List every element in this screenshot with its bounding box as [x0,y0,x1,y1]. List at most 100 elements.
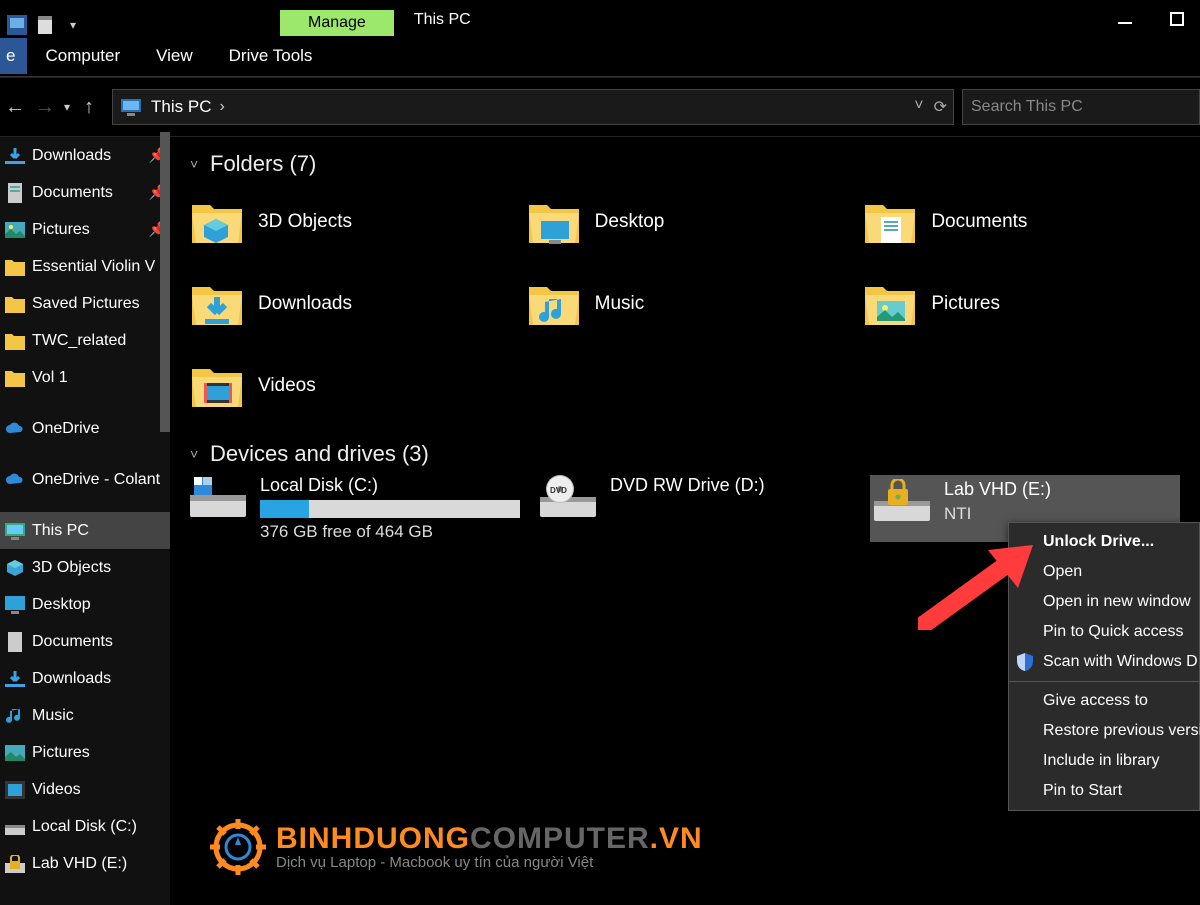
folder-downloads[interactable]: Downloads [190,267,507,341]
folder-label: 3D Objects [258,211,352,233]
qat-dropdown-icon[interactable]: ▾ [62,14,84,36]
download-icon [4,145,26,167]
folder-icon [4,330,26,352]
search-input[interactable]: Search This PC [962,89,1200,125]
sidebar-scrollbar[interactable] [160,132,170,432]
sidebar-item-downloads[interactable]: Downloads [0,660,170,697]
folder-documents[interactable]: Documents [863,185,1180,259]
folder-label: Videos [258,375,316,397]
breadcrumb-this-pc[interactable]: This PC [151,97,211,117]
folder-icon [4,367,26,389]
sidebar-item-label: Essential Violin V [32,258,155,276]
sidebar-item-label: TWC_related [32,332,126,350]
sidebar-item-3d-objects[interactable]: 3D Objects [0,549,170,586]
refresh-button[interactable]: ⟳ [934,97,947,117]
folder-3d-objects[interactable]: 3D Objects [190,185,507,259]
ctx-item-label: Scan with Windows D [1043,653,1198,670]
sidebar-item-downloads[interactable]: Downloads📌 [0,137,170,174]
watermark-brand: BINHDUONGCOMPUTER.VN [276,822,703,855]
ctx-pin-start[interactable]: Pin to Start [1009,776,1199,806]
watermark: BINHDUONGCOMPUTER.VN Dịch vụ Laptop - Ma… [210,819,703,875]
manage-contextual-tab[interactable]: Manage [280,10,394,36]
sidebar-item-label: Documents [32,633,113,651]
properties-icon[interactable] [34,14,56,36]
titlebar: ▾ Manage This PC [0,0,1200,36]
explorer-window: ▾ Manage This PC e Computer View Drive T… [0,0,1200,905]
ctx-scan-defender[interactable]: Scan with Windows D [1009,647,1199,677]
sidebar-item-label: Pictures [32,221,90,239]
gear-logo-icon [210,819,266,875]
nav-up-button[interactable]: ↑ [74,92,104,122]
sidebar-item-local-disk[interactable]: Local Disk (C:) [0,808,170,845]
sidebar-item-videos[interactable]: Videos [0,771,170,808]
search-placeholder: Search This PC [971,98,1083,116]
this-pc-icon [4,520,26,542]
drive-free-space: 376 GB free of 464 GB [260,522,520,542]
sidebar-item-pictures[interactable]: Pictures📌 [0,211,170,248]
breadcrumb-separator[interactable]: › [212,98,233,116]
folder-icon [863,277,917,331]
sidebar-item-desktop[interactable]: Desktop [0,586,170,623]
sidebar-item-onedrive[interactable]: OneDrive - Colant [0,461,170,498]
drive-dvd-rw[interactable]: DVD DVD RW Drive (D:) [540,475,850,542]
ctx-restore-previous[interactable]: Restore previous versi [1009,716,1199,746]
nav-forward-button[interactable]: → [30,92,60,122]
dvd-icon: DVD [540,475,596,519]
drive-label: Local Disk (C:) [260,475,520,496]
folder-desktop[interactable]: Desktop [527,185,844,259]
sidebar-item-folder[interactable]: TWC_related [0,322,170,359]
section-header-label: Devices and drives (3) [210,441,429,467]
nav-history-dropdown[interactable]: ▾ [60,100,74,114]
document-icon [4,631,26,653]
nav-back-button[interactable]: ← [0,92,30,122]
tab-view[interactable]: View [138,38,211,74]
drive-label: Lab VHD (E:) [944,479,1051,500]
sidebar-item-label: 3D Objects [32,559,111,577]
sidebar-item-label: This PC [32,522,89,540]
ctx-separator [1009,681,1199,682]
folder-label: Downloads [258,293,352,315]
sidebar-item-this-pc[interactable]: This PC [0,512,170,549]
section-header-label: Folders (7) [210,151,316,177]
maximize-button[interactable] [1164,6,1190,32]
chevron-down-icon: ˅ [190,446,210,462]
folder-music[interactable]: Music [527,267,844,341]
ctx-give-access[interactable]: Give access to [1009,686,1199,716]
video-icon [4,779,26,801]
tab-file[interactable]: e [0,38,27,74]
sidebar-item-documents[interactable]: Documents📌 [0,174,170,211]
music-icon [4,705,26,727]
download-icon [4,668,26,690]
folder-label: Desktop [595,211,665,233]
tab-computer[interactable]: Computer [27,38,138,74]
tab-drive-tools[interactable]: Drive Tools [211,38,331,74]
sidebar-item-documents[interactable]: Documents [0,623,170,660]
ctx-include-library[interactable]: Include in library [1009,746,1199,776]
folder-icon [190,277,244,331]
sidebar-item-music[interactable]: Music [0,697,170,734]
address-bar[interactable]: This PC › ˅ ⟳ [112,89,954,125]
minimize-button[interactable] [1112,6,1138,32]
sidebar-item-label: Saved Pictures [32,295,140,313]
sidebar-item-lab-vhd[interactable]: Lab VHD (E:) [0,845,170,882]
sidebar-item-folder[interactable]: Saved Pictures [0,285,170,322]
cursor-hand-icon [620,537,700,617]
folder-videos[interactable]: Videos [190,349,507,423]
svg-text:DVD: DVD [550,486,567,495]
drive-label: DVD RW Drive (D:) [610,475,765,496]
address-dropdown-icon[interactable]: ˅ [914,97,923,117]
sidebar-item-folder[interactable]: Essential Violin V [0,248,170,285]
folder-icon [190,195,244,249]
cloud-icon [4,469,26,491]
section-drives[interactable]: ˅ Devices and drives (3) [190,441,1180,467]
drive-local-disk-c[interactable]: Local Disk (C:) 376 GB free of 464 GB [190,475,520,542]
sidebar-item-onedrive[interactable]: OneDrive [0,410,170,447]
folder-label: Documents [931,211,1027,233]
quick-access-toolbar: ▾ [0,14,90,36]
sidebar-item-folder[interactable]: Vol 1 [0,359,170,396]
navigation-pane: Downloads📌 Documents📌 Pictures📌 Essentia… [0,137,170,905]
folder-pictures[interactable]: Pictures [863,267,1180,341]
sidebar-item-pictures[interactable]: Pictures [0,734,170,771]
section-folders[interactable]: ˅ Folders (7) [190,151,1180,177]
disk-icon [190,475,246,519]
